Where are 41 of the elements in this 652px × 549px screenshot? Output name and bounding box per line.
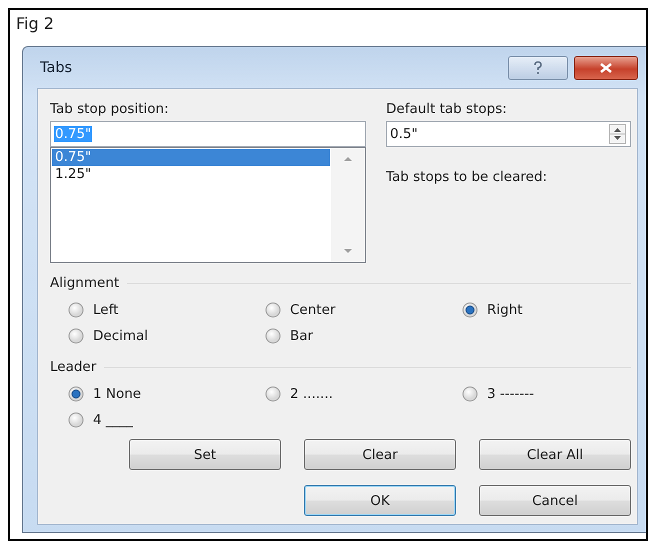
radio-icon[interactable] <box>68 412 84 428</box>
radio-option[interactable]: Right <box>462 299 631 321</box>
close-icon <box>599 62 613 74</box>
list-item[interactable]: 1.25" <box>52 166 330 183</box>
spinner-arrows-icon[interactable] <box>609 124 626 144</box>
action-button[interactable]: Clear All <box>479 439 631 470</box>
close-button[interactable] <box>574 56 638 80</box>
radio-icon[interactable] <box>265 302 281 318</box>
radio-option[interactable]: Left <box>68 299 265 321</box>
radio-icon[interactable] <box>68 386 84 402</box>
radio-icon[interactable] <box>462 302 478 318</box>
section-label: Leader <box>50 359 96 375</box>
field-label: Tab stops to be cleared: <box>386 168 548 187</box>
spinner-field[interactable]: 0.5" <box>386 121 631 147</box>
radio-icon[interactable] <box>462 386 478 402</box>
radio-option[interactable]: 1 None <box>68 383 265 405</box>
radio-icon[interactable] <box>68 302 84 318</box>
section-label: Alignment <box>50 275 120 291</box>
field-label: Default tab stops: <box>386 100 508 119</box>
list-item[interactable]: 0.75" <box>52 149 330 166</box>
dialog-button[interactable]: Cancel <box>479 485 631 516</box>
scroll-up-icon[interactable] <box>344 156 352 162</box>
figure-caption: Fig 2 <box>16 14 54 33</box>
radio-icon[interactable] <box>68 328 84 344</box>
radio-option[interactable]: 3 ------- <box>462 383 631 405</box>
help-button[interactable] <box>508 56 568 80</box>
dialog-title: Tabs <box>39 60 74 76</box>
scroll-down-icon[interactable] <box>344 248 352 254</box>
radio-icon[interactable] <box>265 386 281 402</box>
radio-option[interactable]: 4 ____ <box>68 409 265 431</box>
dialog-button[interactable]: OK <box>304 485 456 516</box>
scrollbar[interactable] <box>331 148 365 262</box>
action-button[interactable]: Set <box>129 439 281 470</box>
radio-option[interactable]: Center <box>265 299 462 321</box>
radio-option[interactable]: Decimal <box>68 325 265 347</box>
radio-icon[interactable] <box>265 328 281 344</box>
radio-option[interactable]: Bar <box>265 325 462 347</box>
question-icon <box>532 60 544 74</box>
radio-option[interactable]: 2 ....... <box>265 383 462 405</box>
field-label: Tab stop position: <box>50 100 170 119</box>
action-button[interactable]: Clear <box>304 439 456 470</box>
